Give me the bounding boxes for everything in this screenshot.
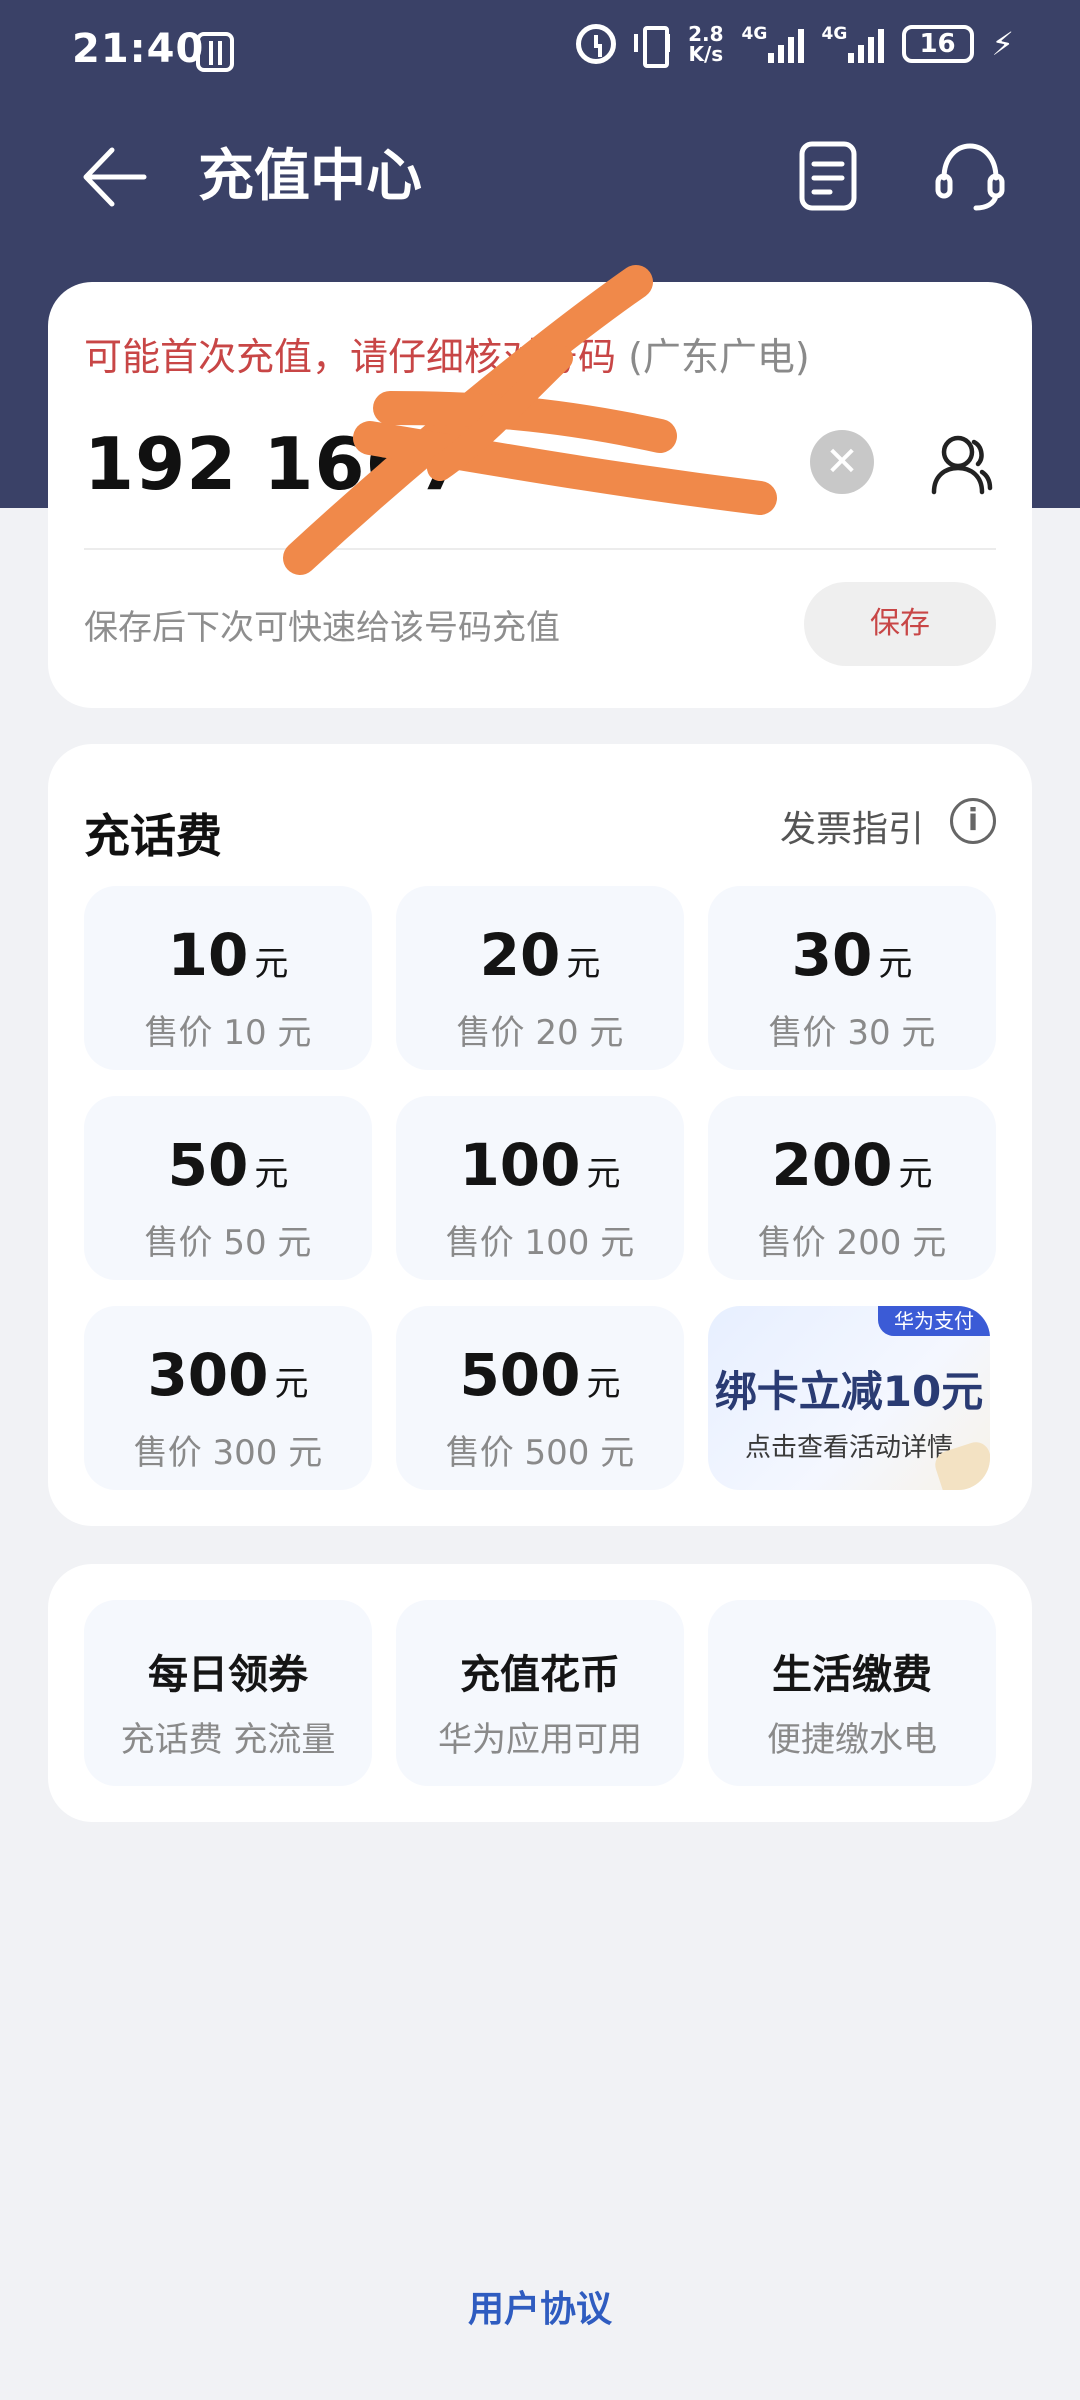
invoice-guide-link[interactable]: 发票指引 — [780, 800, 924, 852]
alarm-icon — [576, 24, 617, 64]
contacts-button[interactable] — [928, 432, 994, 496]
card-binding-promo-banner[interactable]: 华为支付 绑卡立减10元 点击查看活动详情 — [708, 1306, 990, 1490]
sim2-network-tag: 4G — [821, 24, 848, 44]
warning-text: 可能首次充值，请仔细核对号码 — [84, 335, 617, 379]
signal-sim2-icon: 4G — [822, 25, 884, 63]
service-subtitle: 华为应用可用 — [438, 1720, 642, 1760]
headset-icon — [935, 143, 1005, 211]
section-title: 充话费 — [84, 809, 222, 863]
back-arrow-icon — [83, 147, 147, 207]
amount-value: 50 元 — [167, 1131, 289, 1199]
sale-price: 售价 20 元 — [456, 1013, 624, 1053]
signal-sim1-icon: 4G — [742, 25, 804, 63]
user-agreement-link[interactable]: 用户协议 — [0, 2280, 1080, 2332]
huawei-pay-badge: 华为支付 — [878, 1306, 990, 1336]
amount-value: 300 元 — [147, 1341, 309, 1409]
first-recharge-warning: 可能首次充值，请仔细核对号码 (广东广电) — [84, 326, 810, 381]
save-button[interactable]: 保存 — [804, 582, 996, 666]
status-indicators: 2.8 K/s 4G 4G 16 ⚡ — [576, 24, 1014, 68]
phone-number-card: 可能首次充值，请仔细核对号码 (广东广电) 192 1667 ✕ 保存后下次可快… — [48, 282, 1032, 708]
page-title: 充值中心 — [198, 144, 422, 209]
recharge-card: 充话费 发票指引 i 10 元 售价 10 元 20 元 售价 20 元 30 元 售… — [48, 744, 1032, 1526]
battery-level: 16 — [919, 29, 956, 59]
amount-tile-100[interactable]: 100 元 售价 100 元 — [396, 1096, 684, 1280]
divider — [84, 548, 996, 550]
title-bar: 充值中心 — [0, 120, 1080, 230]
contact-person-icon — [931, 435, 993, 495]
amount-value: 100 元 — [459, 1131, 621, 1199]
sale-price: 售价 300 元 — [133, 1433, 323, 1473]
network-speed-unit: K/s — [688, 42, 724, 66]
sale-price: 售价 30 元 — [768, 1013, 936, 1053]
orders-button[interactable] — [798, 140, 858, 212]
amount-tile-300[interactable]: 300 元 售价 300 元 — [84, 1306, 372, 1490]
utility-payment-tile[interactable]: 生活缴费 便捷缴水电 — [708, 1600, 996, 1786]
document-list-icon — [799, 141, 857, 211]
status-time: 21:40 — [72, 26, 205, 72]
carrier-region: (广东广电) — [628, 335, 810, 379]
amount-value: 10 元 — [167, 921, 289, 989]
battery-icon: 16 — [901, 25, 974, 63]
service-title: 每日领券 — [148, 1652, 308, 1698]
service-title: 生活缴费 — [772, 1652, 932, 1698]
amount-tile-30[interactable]: 30 元 售价 30 元 — [708, 886, 996, 1070]
recharge-coins-tile[interactable]: 充值花币 华为应用可用 — [396, 1600, 684, 1786]
amount-value: 20 元 — [479, 921, 601, 989]
nfc-icon — [196, 32, 234, 72]
network-speed: 2.8 K/s — [688, 24, 723, 64]
amount-tile-500[interactable]: 500 元 售价 500 元 — [396, 1306, 684, 1490]
clear-number-button[interactable]: ✕ — [810, 430, 874, 494]
amount-value: 500 元 — [459, 1341, 621, 1409]
vibrate-icon — [634, 24, 670, 68]
sim1-network-tag: 4G — [741, 24, 768, 44]
service-title: 充值花币 — [460, 1652, 620, 1698]
promo-title: 绑卡立减10元 — [714, 1367, 984, 1416]
save-hint-text: 保存后下次可快速给该号码充值 — [84, 608, 560, 648]
sale-price: 售价 10 元 — [144, 1013, 312, 1053]
sale-price: 售价 500 元 — [445, 1433, 635, 1473]
sale-price: 售价 100 元 — [445, 1223, 635, 1263]
amount-tile-20[interactable]: 20 元 售价 20 元 — [396, 886, 684, 1070]
sale-price: 售价 50 元 — [144, 1223, 312, 1263]
back-button[interactable] — [80, 142, 150, 212]
amount-value: 200 元 — [771, 1131, 933, 1199]
customer-service-button[interactable] — [932, 138, 1008, 214]
services-card: 每日领券 充话费 充流量 充值花币 华为应用可用 生活缴费 便捷缴水电 — [48, 1564, 1032, 1822]
service-subtitle: 便捷缴水电 — [767, 1720, 937, 1760]
phone-number-input[interactable]: 192 1667 — [84, 422, 468, 506]
sale-price: 售价 200 元 — [757, 1223, 947, 1263]
status-bar: 21:40 2.8 K/s 4G 4G 16 ⚡ — [0, 0, 1080, 100]
daily-coupon-tile[interactable]: 每日领券 充话费 充流量 — [84, 1600, 372, 1786]
charging-icon: ⚡ — [991, 25, 1014, 63]
amount-value: 30 元 — [791, 921, 913, 989]
amount-tile-200[interactable]: 200 元 售价 200 元 — [708, 1096, 996, 1280]
amount-tile-50[interactable]: 50 元 售价 50 元 — [84, 1096, 372, 1280]
service-subtitle: 充话费 充流量 — [120, 1720, 336, 1760]
info-icon[interactable]: i — [950, 798, 996, 844]
amount-tile-10[interactable]: 10 元 售价 10 元 — [84, 886, 372, 1070]
